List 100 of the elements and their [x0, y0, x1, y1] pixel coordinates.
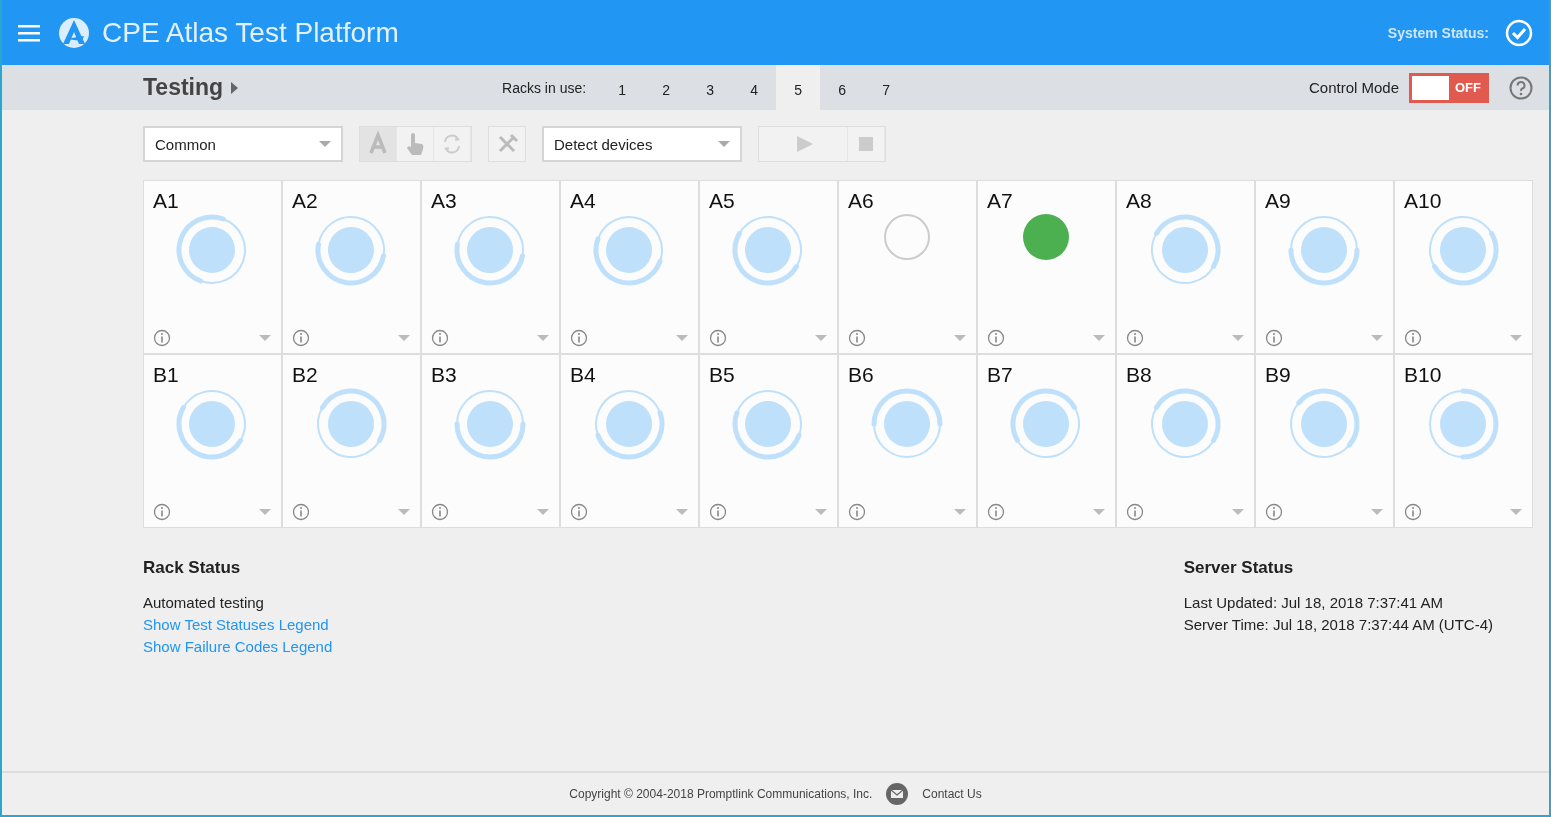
caret-down-icon[interactable]: [676, 335, 688, 341]
slot-card[interactable]: B3: [422, 355, 559, 527]
caret-down-icon[interactable]: [1232, 509, 1244, 515]
slot-card[interactable]: B1: [144, 355, 281, 527]
slot-card[interactable]: B5: [700, 355, 837, 527]
slot-card[interactable]: A10: [1395, 181, 1532, 353]
caret-down-icon[interactable]: [676, 509, 688, 515]
info-icon[interactable]: [848, 503, 866, 521]
info-icon[interactable]: [987, 503, 1005, 521]
slot-card[interactable]: A4: [561, 181, 698, 353]
caret-down-icon[interactable]: [815, 335, 827, 341]
caret-down-icon[interactable]: [1510, 509, 1522, 515]
rack-tab[interactable]: 5: [776, 65, 821, 110]
rack-tab[interactable]: 4: [732, 65, 777, 110]
slot-card[interactable]: A7: [978, 181, 1115, 353]
caret-down-icon[interactable]: [537, 509, 549, 515]
letter-a-icon[interactable]: [360, 127, 397, 161]
slot-label: B1: [153, 363, 179, 387]
info-icon[interactable]: [153, 329, 171, 347]
slot-card[interactable]: A1: [144, 181, 281, 353]
slot-card[interactable]: B7: [978, 355, 1115, 527]
slot-label: A10: [1404, 189, 1442, 213]
server-status-text: Last Updated: Jul 18, 2018 7:37:41 AM: [1183, 593, 1444, 613]
info-icon[interactable]: [292, 503, 310, 521]
slot-card[interactable]: B8: [1117, 355, 1254, 527]
info-icon[interactable]: [570, 503, 588, 521]
slot-label: B2: [292, 363, 318, 387]
slot-card[interactable]: A2: [283, 181, 420, 353]
rack-tab[interactable]: 3: [688, 65, 733, 110]
rack-tab[interactable]: 1: [600, 65, 645, 110]
info-icon[interactable]: [709, 503, 727, 521]
slot-card[interactable]: A5: [700, 181, 837, 353]
info-icon[interactable]: [431, 503, 449, 521]
slot-card[interactable]: A3: [422, 181, 559, 353]
control-mode-toggle[interactable]: OFF: [1409, 72, 1489, 103]
info-icon[interactable]: [1265, 329, 1283, 347]
slot-label: B9: [1265, 363, 1291, 387]
slot-card[interactable]: B2: [283, 355, 420, 527]
slot-label: B3: [431, 363, 457, 387]
server-status-text: Server Time: Jul 18, 2018 7:37:44 AM (UTC-4): [1183, 615, 1493, 635]
caret-right-icon: [231, 81, 239, 94]
slot-card[interactable]: B10: [1395, 355, 1532, 527]
slot-card[interactable]: B4: [561, 355, 698, 527]
info-icon[interactable]: [1265, 503, 1283, 521]
info-icon[interactable]: [1126, 329, 1144, 347]
caret-down-icon[interactable]: [954, 335, 966, 341]
copyright-text: Copyright © 2004-2018 Promptlink Communications, Inc.: [569, 787, 873, 801]
logo-icon: [58, 16, 90, 49]
caret-down-icon[interactable]: [954, 509, 966, 515]
slot-card[interactable]: A8: [1117, 181, 1254, 353]
caret-down-icon[interactable]: [1093, 509, 1105, 515]
info-icon[interactable]: [1404, 329, 1422, 347]
info-icon[interactable]: [1126, 503, 1144, 521]
slot-card[interactable]: B6: [839, 355, 976, 527]
info-icon[interactable]: [848, 329, 866, 347]
caret-down-icon[interactable]: [1232, 335, 1244, 341]
slot-card[interactable]: B9: [1256, 355, 1393, 527]
info-icon[interactable]: [292, 329, 310, 347]
slot-card[interactable]: A9: [1256, 181, 1393, 353]
info-icon[interactable]: [709, 329, 727, 347]
caret-down-icon[interactable]: [259, 509, 271, 515]
slot-label: A2: [292, 189, 318, 213]
system-status-label: System Status:: [1387, 24, 1489, 41]
slot-label: B4: [570, 363, 596, 387]
racks-label: Racks in use:: [502, 79, 587, 96]
info-icon[interactable]: [1404, 503, 1422, 521]
caret-down-icon[interactable]: [259, 335, 271, 341]
slot-label: B8: [1126, 363, 1152, 387]
caret-down-icon[interactable]: [1371, 509, 1383, 515]
caret-down-icon[interactable]: [537, 335, 549, 341]
tools-icon[interactable]: [488, 126, 526, 162]
rack-status-heading: Rack Status: [143, 558, 241, 578]
slot-label: B5: [709, 363, 735, 387]
slot-label: A4: [570, 189, 596, 213]
caret-down-icon[interactable]: [398, 509, 410, 515]
caret-down-icon[interactable]: [1371, 335, 1383, 341]
caret-down-icon[interactable]: [815, 509, 827, 515]
rack-tab[interactable]: 7: [864, 65, 909, 110]
slot-label: A6: [848, 189, 874, 213]
server-status-heading: Server Status: [1183, 558, 1294, 578]
rack-tab[interactable]: 2: [644, 65, 689, 110]
caret-down-icon[interactable]: [398, 335, 410, 341]
contact-link[interactable]: Contact Us: [922, 787, 982, 801]
info-icon[interactable]: [987, 329, 1005, 347]
slot-card[interactable]: A6: [839, 181, 976, 353]
caret-down-icon[interactable]: [1510, 335, 1522, 341]
help-icon[interactable]: [1509, 75, 1533, 100]
info-icon[interactable]: [570, 329, 588, 347]
info-icon[interactable]: [431, 329, 449, 347]
caret-down-icon: [319, 141, 331, 147]
slot-label: A5: [709, 189, 735, 213]
slot-label: A1: [153, 189, 179, 213]
menu-icon[interactable]: [18, 23, 40, 42]
slot-label: B6: [848, 363, 874, 387]
rack-tab[interactable]: 6: [820, 65, 865, 110]
profile-select[interactable]: Common: [143, 126, 343, 162]
caret-down-icon[interactable]: [1093, 335, 1105, 341]
action-select[interactable]: Detect devices: [542, 126, 742, 162]
envelope-icon[interactable]: [886, 783, 909, 805]
info-icon[interactable]: [153, 503, 171, 521]
